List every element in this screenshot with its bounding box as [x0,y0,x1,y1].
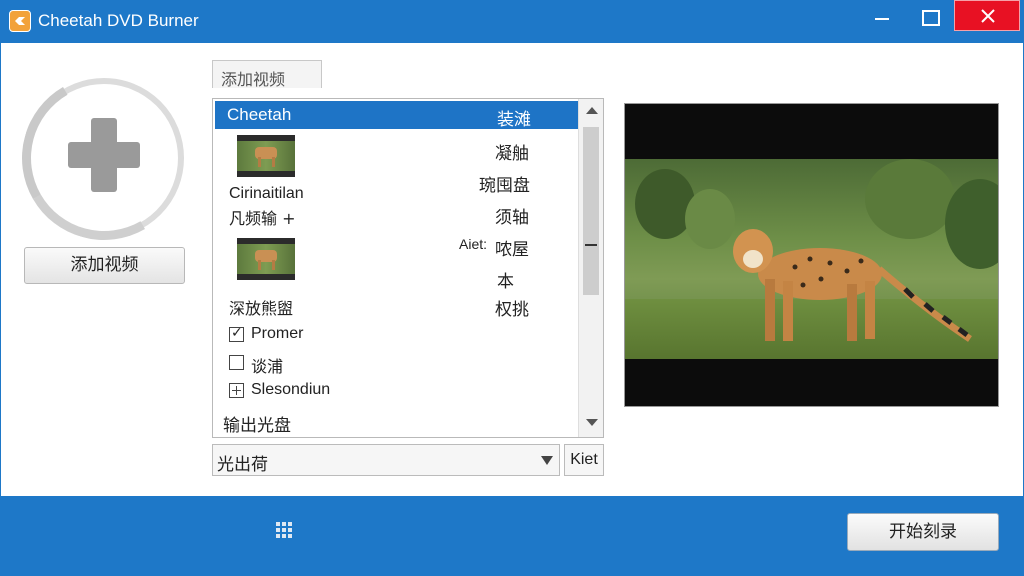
preview-image [625,159,998,359]
list-item-subtitle: 凡频输 + [229,209,296,228]
expand-item-label: Slesondiun [251,381,331,398]
video-thumbnail[interactable] [237,135,295,177]
checkbox-label: 谈浦 [251,357,284,376]
checkbox-option[interactable] [229,355,244,370]
tab-add-video[interactable]: 添加视频 [212,60,322,89]
list-detail: 琬囤盘 [479,176,530,196]
list-detail-prefix: Aiet: [459,236,488,252]
output-dropdown[interactable]: 光出荷 [212,444,560,476]
list-detail: 凝舳 [495,144,529,164]
dropdown-value: 光出荷 [217,455,268,475]
plus-icon-vertical[interactable] [91,118,117,192]
list-scrollbar[interactable] [578,99,603,437]
title-bar: Cheetah DVD Burner [0,0,1024,43]
scroll-up-icon[interactable] [586,107,598,114]
list-item-selected[interactable]: Cheetah 装滩 [215,101,579,130]
video-thumbnail[interactable] [237,238,295,280]
window-title: Cheetah DVD Burner [38,11,199,30]
close-button[interactable] [954,0,1020,31]
scrollbar-thumb[interactable] [583,127,599,295]
list-detail: 权挑 [495,300,529,320]
list-item-title: Cirinaitilan [229,185,304,202]
chevron-down-icon[interactable] [541,456,553,465]
scroll-down-icon[interactable] [586,419,598,426]
app-logo-icon [9,10,31,32]
list-item-name: Cheetah [227,105,292,124]
list-detail: 须轴 [495,208,529,228]
list-detail: 哝屋 [495,240,529,260]
side-button[interactable]: Kiet [564,444,604,476]
grid-icon[interactable] [276,522,294,540]
add-video-button[interactable]: 添加视频 [24,247,185,284]
video-list[interactable]: Cheetah 装滩 Cirinaitilan 凡频输 + 深放熊盥 凝舳 琬囤… [212,98,604,438]
start-burn-button[interactable]: 开始刻录 [847,513,999,551]
video-preview [624,103,999,407]
list-item-value: 装滩 [497,110,531,130]
output-disc-label: 输出光盘 [223,416,291,436]
minus-icon [585,244,597,246]
list-detail: 本 [497,272,514,292]
minimize-button[interactable] [860,0,904,34]
close-icon [981,9,995,23]
maximize-button[interactable] [907,0,951,34]
checkbox-promer[interactable] [229,325,244,342]
list-item-title: 深放熊盥 [229,299,294,318]
checkbox-label: Promer [251,325,304,342]
expand-icon[interactable] [229,383,244,398]
